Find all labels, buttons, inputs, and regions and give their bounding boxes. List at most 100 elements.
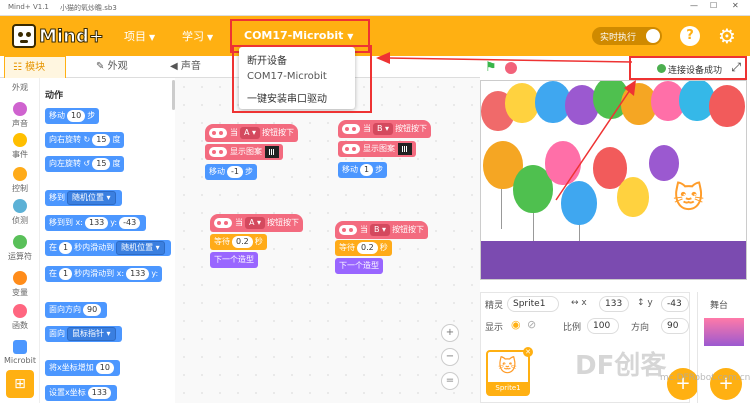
category-operators[interactable]: 运算符 <box>0 235 40 262</box>
help-button[interactable]: ? <box>680 26 700 46</box>
fullscreen-icon[interactable]: ⤢ <box>731 60 741 75</box>
category-dot-icon <box>13 102 27 116</box>
block-move[interactable]: 移动 10 步 <box>45 108 100 124</box>
microbit-icon <box>342 143 360 154</box>
balloon-string <box>533 213 534 241</box>
category-variables[interactable]: 变量 <box>0 271 40 298</box>
block-move[interactable]: 移动 -1 步 <box>205 164 257 180</box>
block-move[interactable]: 移动 1 步 <box>338 162 388 178</box>
hat-button-b-pressed[interactable]: 当B ▾ 按钮按下 <box>335 221 429 239</box>
category-control[interactable]: 控制 <box>0 167 40 194</box>
dropdown-item-install-driver[interactable]: 一键安装串口驱动 <box>247 90 327 105</box>
block-wait[interactable]: 等待 0.2 秒 <box>210 234 267 250</box>
microbit-icon <box>339 224 357 235</box>
robot-logo-icon <box>12 24 36 48</box>
extensions-button[interactable]: ⊞ <box>6 370 34 398</box>
category-sound[interactable]: 声音 <box>0 102 40 129</box>
show-eye-icon[interactable]: ◉ <box>511 318 521 331</box>
chevron-down-icon: ▼ <box>207 33 214 42</box>
script-workspace[interactable]: 当A ▾ 按钮按下 显示图案 移动 -1 步 当B ▾ 按钮按下 显示图案 移动 1 步 当… <box>175 78 480 403</box>
category-dot-icon <box>13 167 27 181</box>
toggle-knob <box>646 29 660 43</box>
led-matrix-icon[interactable] <box>265 145 279 158</box>
connected-dot-icon <box>657 64 666 73</box>
cat-sprite-icon: 🐱 <box>498 356 517 377</box>
block-next-costume[interactable]: 下一个造型 <box>210 252 258 268</box>
menu-learn[interactable]: 学习 ▼ <box>182 28 213 44</box>
maximize-button[interactable]: ☐ <box>710 1 717 10</box>
balloon <box>545 141 581 185</box>
dropdown-item-port[interactable]: COM17-Microbit <box>247 71 327 82</box>
y-arrows-icon: ↕ <box>637 298 645 308</box>
block-next-costume[interactable]: 下一个造型 <box>335 258 383 274</box>
microbit-icon <box>209 146 227 157</box>
hat-button-a-pressed[interactable]: 当A ▾ 按钮按下 <box>205 124 299 142</box>
category-looks[interactable]: 外观 <box>0 82 40 93</box>
block-change-x[interactable]: 将x坐标增加 10 <box>45 360 120 376</box>
block-glide-to[interactable]: 在 1 秒内滑动到 随机位置 ▾ <box>45 240 171 256</box>
category-dot-icon <box>13 199 27 213</box>
block-glide-xy[interactable]: 在 1 秒内滑动到 x: 133 y: <box>45 266 163 282</box>
minimize-button[interactable]: — <box>690 1 698 10</box>
hide-eye-icon[interactable]: ⊘ <box>527 318 536 331</box>
category-functions[interactable]: 函数 <box>0 304 40 331</box>
cat-sprite-icon[interactable]: 🐱 <box>673 181 704 216</box>
category-events[interactable]: 事件 <box>0 133 40 160</box>
tab-blocks[interactable]: ☷ 模块 <box>4 56 66 78</box>
block-point-direction[interactable]: 面向方向 90 <box>45 302 108 318</box>
gear-icon[interactable]: ⚙ <box>718 24 736 48</box>
balloon <box>709 85 745 127</box>
sprite-name-input[interactable]: Sprite1 <box>507 296 559 312</box>
stage-thumbnail <box>704 318 744 346</box>
tab-sound[interactable]: ◀ 声音 <box>170 56 201 78</box>
y-input[interactable]: -43 <box>661 296 689 312</box>
title-bar: Mind+ V1.1 小猫的氧炒瞻.sb3 — ☐ ✕ <box>0 0 750 16</box>
zoom-in-button[interactable]: + <box>441 324 459 342</box>
block-turn-left[interactable]: 向左旋转 ↺ 15 度 <box>45 156 125 172</box>
brush-icon: ✎ <box>96 61 105 72</box>
watermark-url: mc.DFRobot.com.cn <box>660 373 750 383</box>
menu-project[interactable]: 项目 ▼ <box>124 28 155 44</box>
sprite-card[interactable]: 🐱 Sprite1 ✕ <box>486 347 533 396</box>
block-turn-right[interactable]: 向右旋转 ↻ 15 度 <box>45 132 125 148</box>
category-sensing[interactable]: 侦测 <box>0 199 40 226</box>
chevron-down-icon: ▼ <box>149 33 156 42</box>
zoom-reset-button[interactable]: = <box>441 372 459 390</box>
hat-button-a-pressed[interactable]: 当A ▾ 按钮按下 <box>210 214 304 232</box>
close-button[interactable]: ✕ <box>732 1 739 10</box>
blocks-icon: ☷ <box>13 62 22 73</box>
microbit-icon <box>342 123 360 134</box>
mindplus-window: Mind+ V1.1 小猫的氧炒瞻.sb3 — ☐ ✕ Mind+ 项目 ▼ 学习… <box>0 0 750 403</box>
category-sidebar: 外观 声音 事件 控制 侦测 运算符 变量 函数 Microbit <box>0 78 40 403</box>
block-wait[interactable]: 等待 0.2 秒 <box>335 240 392 256</box>
menu-bar: Mind+ 项目 ▼ 学习 ▼ COM17-Microbit ▼ 实时执行 ? ⚙ <box>0 16 750 56</box>
connection-status: 连接设备成功 ⤢ <box>629 56 747 80</box>
green-flag-icon[interactable]: ⚑ <box>485 60 497 75</box>
block-set-x[interactable]: 设置x坐标 133 <box>45 385 118 401</box>
zoom-out-button[interactable]: − <box>441 348 459 366</box>
stage-canvas[interactable]: 🐱 <box>480 80 747 280</box>
microbit-icon <box>209 127 227 138</box>
size-input[interactable]: 100 <box>587 318 619 334</box>
category-dot-icon <box>13 133 27 147</box>
microbit-chip-icon <box>13 340 27 354</box>
stop-button[interactable] <box>505 62 517 74</box>
x-input[interactable]: 133 <box>599 296 629 312</box>
watermark: DF创客 <box>575 351 667 381</box>
block-goto[interactable]: 移到 随机位置 ▾ <box>45 190 122 206</box>
block-show-pattern[interactable]: 显示图案 <box>338 141 416 157</box>
category-microbit[interactable]: Microbit <box>0 340 40 365</box>
category-dot-icon <box>13 271 27 285</box>
delete-sprite-icon[interactable]: ✕ <box>523 347 533 357</box>
balloon <box>617 177 649 217</box>
block-goto-xy[interactable]: 移到到 x: 133 y: -43 <box>45 215 147 231</box>
realtime-toggle[interactable]: 实时执行 <box>592 27 662 45</box>
tab-looks[interactable]: ✎ 外观 <box>96 56 128 78</box>
palette-section-title: 动作 <box>45 91 64 101</box>
direction-input[interactable]: 90 <box>661 318 689 334</box>
block-show-pattern[interactable]: 显示图案 <box>205 144 283 160</box>
led-matrix-icon[interactable] <box>398 142 412 155</box>
dropdown-item-disconnect[interactable]: 断开设备 <box>247 52 287 67</box>
block-point-towards[interactable]: 面向 鼠标指针 ▾ <box>45 326 122 342</box>
hat-button-b-pressed[interactable]: 当B ▾ 按钮按下 <box>338 120 432 138</box>
